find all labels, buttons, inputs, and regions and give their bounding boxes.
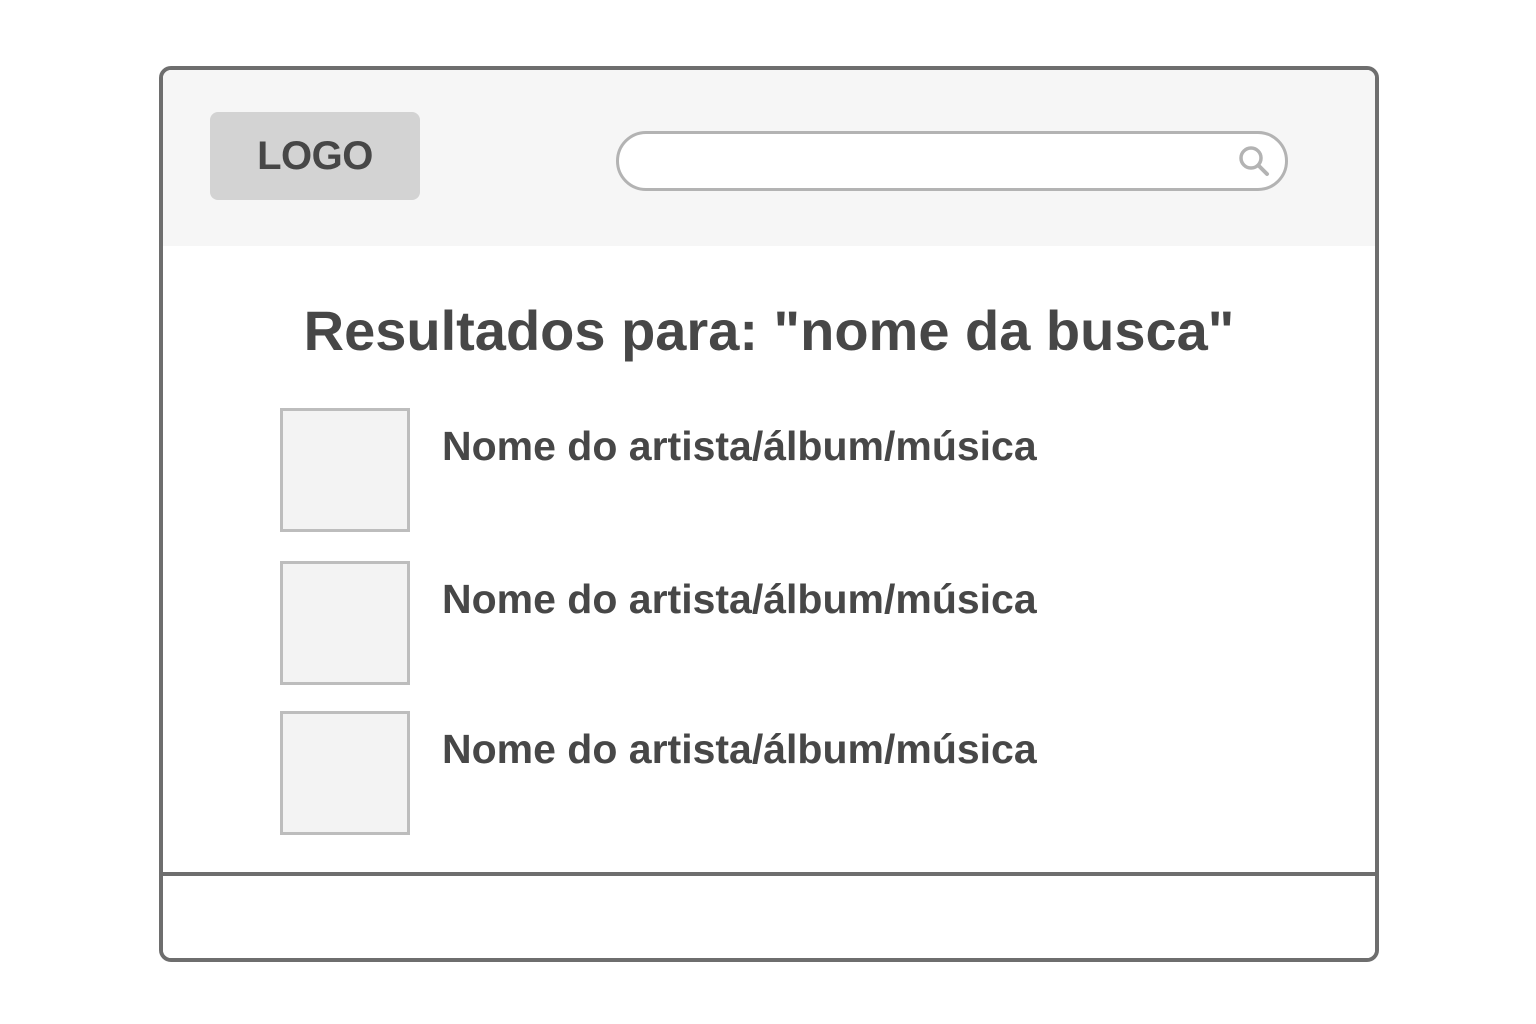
search-icon[interactable] <box>1237 144 1271 178</box>
list-item[interactable]: Nome do artista/álbum/música <box>280 711 1180 837</box>
search-bar[interactable] <box>616 131 1288 191</box>
logo-text: LOGO <box>257 133 373 178</box>
list-item[interactable]: Nome do artista/álbum/música <box>280 408 1180 534</box>
app-window: LOGO Resultados para: "nome da busca" No… <box>159 66 1379 962</box>
result-thumbnail[interactable] <box>280 561 410 685</box>
list-item[interactable]: Nome do artista/álbum/música <box>280 561 1180 687</box>
result-label[interactable]: Nome do artista/álbum/música <box>442 725 1037 773</box>
result-thumbnail[interactable] <box>280 711 410 835</box>
footer <box>163 876 1375 958</box>
search-input[interactable] <box>639 142 1223 182</box>
logo[interactable]: LOGO <box>210 112 420 200</box>
result-label[interactable]: Nome do artista/álbum/música <box>442 575 1037 623</box>
result-thumbnail[interactable] <box>280 408 410 532</box>
result-label[interactable]: Nome do artista/álbum/música <box>442 422 1037 470</box>
header: LOGO <box>163 70 1375 246</box>
page-title: Resultados para: "nome da busca" <box>303 299 1235 362</box>
